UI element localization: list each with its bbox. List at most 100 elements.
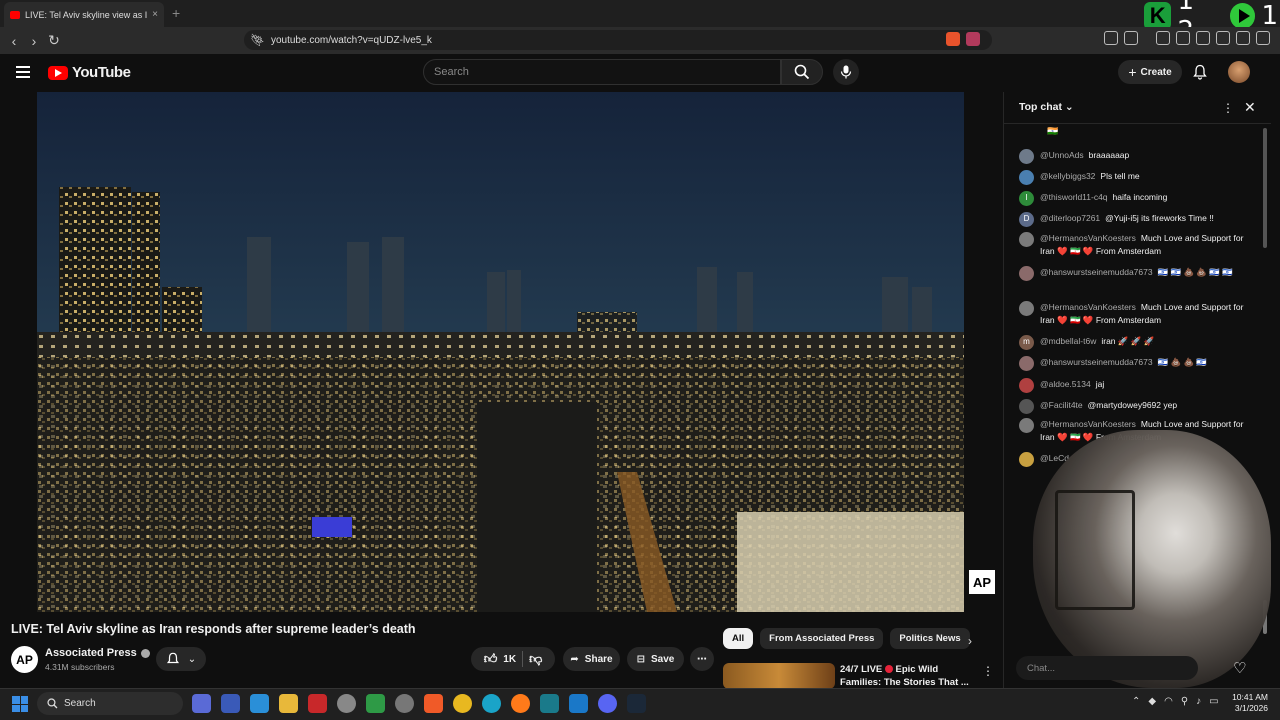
tab-close-icon[interactable]: × xyxy=(152,9,158,20)
windows-start-icon[interactable] xyxy=(12,696,28,712)
chat-author-avatar[interactable] xyxy=(1019,170,1034,185)
brave-rewards-icon[interactable] xyxy=(966,32,980,46)
channel-name-row[interactable]: Associated Press xyxy=(45,647,150,659)
subscription-bell-button[interactable]: ⌄ xyxy=(156,647,206,671)
chat-author-avatar[interactable] xyxy=(1019,452,1034,467)
notifications-button[interactable] xyxy=(1192,64,1208,85)
app-icon[interactable] xyxy=(250,694,269,713)
thumbs-up-icon[interactable]: 👍︎ xyxy=(484,651,498,667)
chevron-right-icon[interactable]: › xyxy=(968,634,972,648)
chip-all[interactable]: All xyxy=(723,628,754,649)
edge-icon[interactable] xyxy=(482,694,501,713)
music-icon[interactable] xyxy=(1156,31,1170,45)
app-icon[interactable] xyxy=(337,694,356,713)
like-count[interactable]: 1K xyxy=(503,654,516,665)
forward-icon[interactable]: › xyxy=(24,31,44,51)
chat-author-avatar[interactable]: m xyxy=(1019,335,1034,350)
save-button[interactable]: ⊟ Save xyxy=(627,647,684,671)
chat-author-avatar[interactable] xyxy=(1019,149,1034,164)
chat-author-name[interactable]: @Facilit4te xyxy=(1040,400,1083,410)
chat-author-avatar[interactable] xyxy=(1019,399,1034,414)
more-vertical-icon[interactable]: ⋮ xyxy=(1222,101,1234,115)
chat-author-name[interactable]: @hanswurstseinemudda7673 xyxy=(1040,267,1153,277)
file-explorer-icon[interactable] xyxy=(279,694,298,713)
brave-browser-icon[interactable] xyxy=(424,694,443,713)
chat-author-name[interactable]: @mdbellal-t6w xyxy=(1040,336,1096,346)
recommended-video-title[interactable]: 24/7 LIVE Epic Wild Families: The Storie… xyxy=(840,663,970,689)
app-icon[interactable] xyxy=(221,694,240,713)
vscode-icon[interactable] xyxy=(569,694,588,713)
chat-author-name[interactable]: @HermanosVanKoesters xyxy=(1040,233,1136,243)
chevron-up-icon[interactable]: ⌃ xyxy=(1132,696,1140,707)
microphone-icon[interactable]: ⚲ xyxy=(1181,696,1188,707)
browser-tab[interactable]: LIVE: Tel Aviv skyline view as I × xyxy=(4,2,164,27)
sidebar-icon[interactable] xyxy=(1176,31,1190,45)
chat-mode-dropdown[interactable]: Top chat ⌄ xyxy=(1019,101,1074,113)
guide-menu-icon[interactable] xyxy=(16,66,30,78)
wifi-icon[interactable]: ◠ xyxy=(1164,696,1173,707)
leo-ai-icon[interactable] xyxy=(1216,31,1230,45)
channel-avatar[interactable]: AP xyxy=(11,646,38,673)
chip-from-associated-press[interactable]: From Associated Press xyxy=(760,628,884,649)
battery-icon[interactable]: ▭ xyxy=(1209,696,1218,707)
chat-author-name[interactable]: @thisworld11-c4q xyxy=(1040,192,1108,202)
chat-author-name[interactable]: @UnnoAds xyxy=(1040,150,1084,160)
chat-author-name[interactable]: @aldoe.5134 xyxy=(1040,379,1091,389)
taskbar-clock[interactable]: 10:41 AM 3/1/2026 xyxy=(1228,692,1268,714)
bookmark-icon[interactable]: 🔖︎ xyxy=(250,33,265,47)
reload-icon[interactable]: ↻ xyxy=(44,31,64,51)
close-icon[interactable]: ✕ xyxy=(1244,99,1256,116)
youtube-logo[interactable]: YouTube xyxy=(48,64,131,81)
video-player[interactable] xyxy=(37,92,964,612)
app-icon[interactable] xyxy=(540,694,559,713)
app-icon[interactable] xyxy=(308,694,327,713)
search-input[interactable]: Search xyxy=(423,59,781,85)
chat-author-avatar[interactable] xyxy=(1019,378,1034,393)
chat-author-avatar[interactable] xyxy=(1019,356,1034,371)
tray-app-icon[interactable]: ◆ xyxy=(1148,696,1156,707)
steam-icon[interactable] xyxy=(627,694,646,713)
chat-author-avatar[interactable] xyxy=(1019,418,1034,433)
chat-author-avatar[interactable] xyxy=(1019,232,1034,247)
chat-author-name[interactable]: @hanswurstseinemudda7673 xyxy=(1040,357,1153,367)
voice-search-button[interactable] xyxy=(833,59,859,85)
discord-icon[interactable] xyxy=(598,694,617,713)
firefox-icon[interactable] xyxy=(511,694,530,713)
menu-icon[interactable] xyxy=(1256,31,1270,45)
speaker-icon[interactable]: ♪ xyxy=(1196,696,1201,707)
extension-puzzle-icon[interactable] xyxy=(1104,31,1118,45)
chrome-icon[interactable] xyxy=(453,694,472,713)
chat-author-avatar[interactable] xyxy=(1019,301,1034,316)
chat-author-avatar[interactable]: D xyxy=(1019,212,1034,227)
back-icon[interactable]: ‹ xyxy=(4,31,24,51)
chat-author-name[interactable]: @HermanosVanKoesters xyxy=(1040,419,1136,429)
chat-scrollbar[interactable] xyxy=(1263,128,1267,248)
taskbar-search[interactable]: Search xyxy=(37,692,183,715)
brave-shields-icon[interactable] xyxy=(946,32,960,46)
thumbs-down-icon[interactable]: 👎︎ xyxy=(529,651,542,667)
chip-politics-news[interactable]: Politics News xyxy=(890,628,970,649)
new-tab-button[interactable]: + xyxy=(172,5,180,21)
wallet-icon[interactable] xyxy=(1196,31,1210,45)
chat-input[interactable]: Chat... xyxy=(1016,656,1198,680)
app-icon[interactable] xyxy=(366,694,385,713)
channel-name[interactable]: Associated Press xyxy=(45,647,137,659)
search-button[interactable] xyxy=(781,59,823,85)
more-actions-button[interactable]: ⋯ xyxy=(690,647,714,671)
share-button[interactable]: ➦ Share xyxy=(563,647,620,671)
create-button[interactable]: + Create xyxy=(1118,60,1182,84)
chat-author-name[interactable]: @HermanosVanKoesters xyxy=(1040,302,1136,312)
chat-author-avatar[interactable]: I xyxy=(1019,191,1034,206)
vpn-shield-icon[interactable] xyxy=(1236,31,1250,45)
account-avatar[interactable] xyxy=(1228,61,1250,83)
more-vertical-icon[interactable]: ⋮ xyxy=(982,664,994,678)
heart-icon[interactable]: ♡ xyxy=(1233,659,1246,677)
app-icon[interactable] xyxy=(395,694,414,713)
task-view-icon[interactable] xyxy=(192,694,211,713)
chat-author-name[interactable]: @kellybiggs32 xyxy=(1040,171,1095,181)
recommended-video-thumbnail[interactable] xyxy=(723,663,835,689)
address-bar[interactable]: ⚙ youtube.com/watch?v=qUDZ-lve5_k xyxy=(244,30,992,50)
extension-icon[interactable] xyxy=(1124,31,1138,45)
chat-author-name[interactable]: @diterloop7261 xyxy=(1040,213,1100,223)
chat-author-avatar[interactable] xyxy=(1019,266,1034,281)
